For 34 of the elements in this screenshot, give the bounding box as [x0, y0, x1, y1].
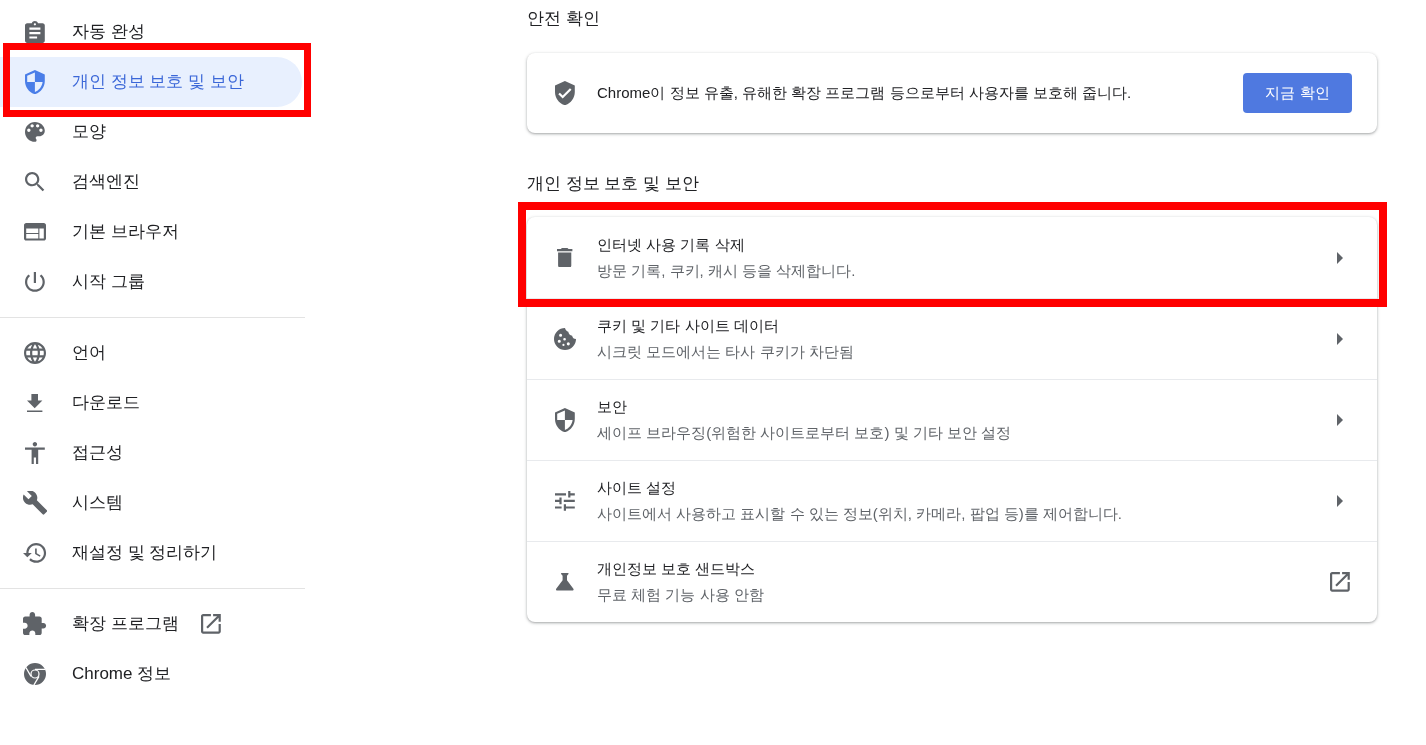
right-arrow-icon	[1337, 414, 1343, 426]
right-arrow-icon	[1337, 495, 1343, 507]
shield-icon	[25, 69, 45, 95]
external-link-icon	[1330, 572, 1350, 592]
search-icon	[25, 172, 45, 192]
right-arrow-icon	[1337, 333, 1343, 345]
wrench-icon	[22, 491, 48, 515]
history-icon	[23, 543, 47, 563]
settings-row[interactable]: 보안 세이프 브라우징(위험한 사이트로부터 보호) 및 기타 보안 설정	[527, 379, 1377, 460]
globe-icon	[24, 342, 46, 364]
sliders-icon	[555, 491, 575, 511]
check-now-button[interactable]: 지금 확인	[1243, 73, 1352, 113]
accessibility-icon	[25, 442, 45, 464]
settings-row[interactable]: 사이트 설정 사이트에서 사용하고 표시할 수 있는 정보(위치, 카메라, 팝업 등)를 제어합니다.	[527, 460, 1377, 541]
logo-icon	[24, 663, 46, 685]
palette-icon	[25, 122, 45, 142]
clipboard-icon	[25, 21, 45, 43]
shield-check-icon	[555, 80, 575, 106]
section-heading: 개인 정보 보호 및 보안	[527, 173, 699, 195]
flask-icon	[556, 573, 574, 591]
browser-window-icon	[24, 223, 46, 241]
puzzle-icon	[23, 612, 47, 636]
power-icon	[25, 272, 45, 292]
cookie-icon	[554, 328, 576, 350]
right-arrow-icon	[1337, 251, 1343, 264]
settings-row[interactable]: 인터넷 사용 기록 삭제 방문 기록, 쿠키, 캐시 등을 삭제합니다.	[527, 217, 1377, 298]
shield-icon	[555, 407, 575, 433]
settings-row[interactable]: 개인정보 보호 샌드박스 무료 체험 기능 사용 안함	[527, 541, 1377, 622]
settings-row[interactable]: 쿠키 및 기타 사이트 데이터 시크릿 모드에서는 타사 쿠키가 차단됨	[527, 298, 1377, 379]
safety-check-description: Chrome이 정보 유출, 유해한 확장 프로그램 등으로부터 사용자를 보호해 줍니다.	[597, 84, 1132, 101]
download-icon	[27, 393, 43, 413]
trash-icon	[557, 247, 573, 268]
section-heading: 안전 확인	[527, 8, 600, 30]
sidebar-item[interactable]: 개인 정보 보호 및 보안	[0, 57, 302, 107]
